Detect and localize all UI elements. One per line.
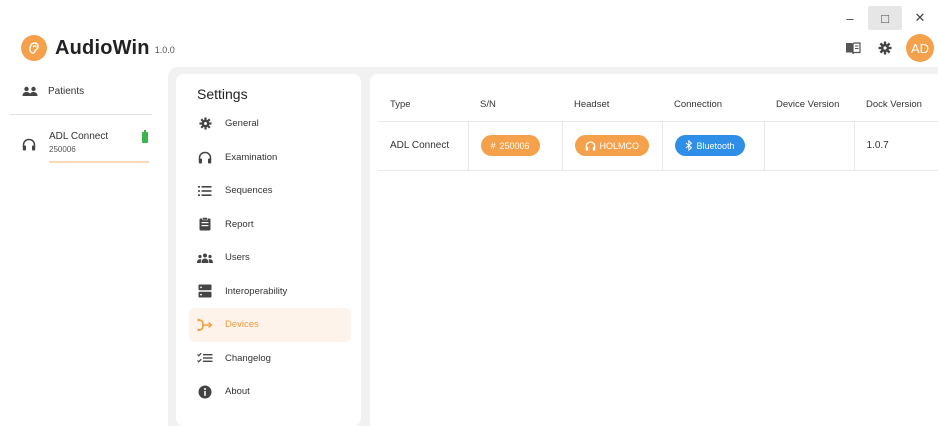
users-icon: [197, 250, 213, 266]
gear-icon[interactable]: [872, 35, 898, 61]
settings-item-report[interactable]: Report: [189, 208, 351, 242]
connection-chip: Bluetooth: [674, 135, 745, 156]
sidebar-item-label: Patients: [48, 85, 85, 97]
book-icon[interactable]: [840, 35, 866, 61]
sidebar-item-patients[interactable]: Patients: [0, 76, 162, 106]
ear-logo-icon: [21, 35, 47, 61]
divider: [10, 114, 152, 115]
settings-item-label: Sequences: [225, 185, 273, 197]
settings-item-label: Examination: [225, 151, 278, 163]
device-serial: 250006: [49, 145, 76, 154]
cell-connection: Bluetooth: [661, 120, 764, 171]
settings-item-sequences[interactable]: Sequences: [189, 174, 351, 208]
table-header-row: Type S/N Headset Connection Device Versi…: [378, 88, 938, 121]
info-icon: [197, 384, 213, 400]
settings-item-label: Changelog: [225, 352, 271, 364]
cell-dock-version: 1.0.7: [853, 120, 938, 171]
connection-value: Bluetooth: [696, 140, 735, 151]
user-avatar[interactable]: AD: [906, 34, 934, 62]
cell-headset: HOLMCO: [561, 120, 662, 171]
app-header: AudioWin 1.0.0 AD: [0, 30, 938, 70]
settings-menu: General Examination Sequences Report Use…: [189, 107, 351, 409]
connected-device-card[interactable]: ADL Connect 250006: [0, 129, 162, 163]
headset-chip: HOLMCO: [574, 135, 650, 156]
settings-item-interoperability[interactable]: Interoperability: [189, 275, 351, 309]
settings-item-examination[interactable]: Examination: [189, 141, 351, 175]
window-controls: – □ ✕: [832, 6, 938, 30]
minimize-button[interactable]: –: [832, 6, 868, 30]
users-icon: [22, 86, 38, 97]
table-row[interactable]: ADL Connect # 250006 HOLMCO Bluetooth 1.…: [378, 120, 938, 171]
close-button[interactable]: ✕: [902, 6, 938, 30]
list-icon: [197, 183, 213, 199]
settings-item-about[interactable]: About: [189, 375, 351, 409]
device-name: ADL Connect: [49, 131, 109, 142]
checklist-icon: [197, 350, 213, 366]
app-version: 1.0.0: [154, 45, 175, 55]
devices-content-panel: Type S/N Headset Connection Device Versi…: [370, 74, 938, 426]
cell-sn: # 250006: [467, 120, 562, 171]
cell-type: ADL Connect: [378, 120, 468, 171]
bluetooth-icon: [685, 140, 693, 151]
cell-device-version: [763, 120, 854, 171]
devices-icon: [197, 317, 213, 333]
settings-item-label: Devices: [225, 319, 259, 331]
app-logo: AudioWin 1.0.0: [21, 35, 175, 61]
settings-item-general[interactable]: General: [189, 107, 351, 141]
settings-item-label: General: [225, 118, 259, 130]
settings-title: Settings: [197, 86, 248, 102]
devices-table: Type S/N Headset Connection Device Versi…: [378, 88, 938, 171]
battery-icon: [142, 130, 148, 143]
gear-icon: [197, 116, 213, 132]
serial-value: 250006: [499, 140, 530, 151]
settings-item-label: Interoperability: [225, 285, 288, 297]
serial-chip: # 250006: [480, 135, 540, 156]
settings-item-label: About: [225, 386, 250, 398]
headphones-icon: [197, 149, 213, 165]
app-name: AudioWin: [55, 36, 150, 59]
settings-item-label: Users: [225, 252, 250, 264]
column-header[interactable]: Connection: [662, 88, 764, 121]
maximize-button[interactable]: □: [868, 6, 902, 30]
server-icon: [197, 283, 213, 299]
settings-panel: Settings General Examination Sequences R…: [176, 74, 361, 426]
clipboard-icon: [197, 216, 213, 232]
column-header[interactable]: Type: [378, 88, 468, 121]
settings-item-changelog[interactable]: Changelog: [189, 342, 351, 376]
settings-item-label: Report: [225, 218, 254, 230]
column-header[interactable]: Headset: [562, 88, 662, 121]
headphones-icon: [585, 141, 596, 151]
settings-item-users[interactable]: Users: [189, 241, 351, 275]
device-progress-underline: [49, 161, 149, 163]
column-header[interactable]: Device Version: [764, 88, 854, 121]
column-header[interactable]: Dock Version: [854, 88, 938, 121]
left-sidebar: Patients ADL Connect 250006: [0, 76, 162, 163]
headset-value: HOLMCO: [599, 140, 640, 151]
hash-icon: #: [490, 140, 496, 151]
column-header[interactable]: S/N: [468, 88, 562, 121]
headphones-icon: [22, 138, 36, 156]
settings-item-devices[interactable]: Devices: [189, 308, 351, 342]
